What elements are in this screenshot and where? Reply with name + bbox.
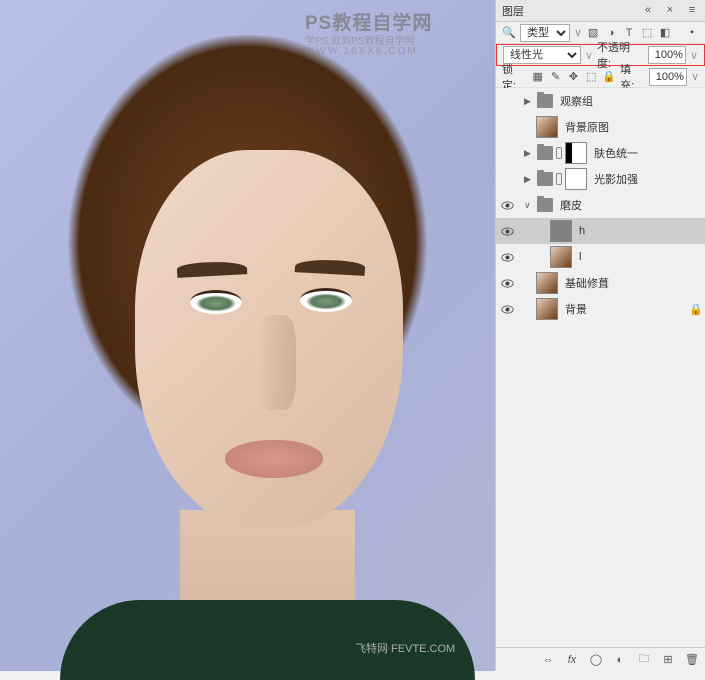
adjustment-add-icon[interactable]: ◐	[613, 653, 627, 667]
visibility-toggle[interactable]	[500, 120, 514, 134]
visibility-toggle[interactable]	[500, 250, 514, 264]
fill-input[interactable]	[649, 68, 687, 86]
panel-header: 图层 « × ≡	[496, 0, 705, 22]
blend-opacity-row: 线性光 ∨ 不透明度: ∨	[496, 44, 705, 66]
layer-group-skin[interactable]: ▶ 肤色统一	[496, 140, 705, 166]
visibility-toggle[interactable]	[500, 276, 514, 290]
trash-icon[interactable]: 🗑	[685, 653, 699, 667]
mask-add-icon[interactable]: ◯	[589, 653, 603, 667]
watermark-subtitle: 学PS,就到PS教程自学网	[305, 32, 414, 47]
visibility-toggle[interactable]	[500, 172, 514, 186]
visibility-toggle[interactable]	[500, 302, 514, 316]
panel-title: 图层	[502, 3, 524, 19]
layer-tree[interactable]: ▶ 观察组 背景原图 ▶ 肤色统一 ▶ 光影加强	[496, 88, 705, 647]
layer-label: 光影加强	[590, 171, 701, 187]
visibility-toggle[interactable]	[500, 94, 514, 108]
lock-position-icon[interactable]: ✥	[567, 70, 581, 84]
chevron-right-icon[interactable]: ▶	[524, 174, 534, 185]
link-icon	[556, 173, 562, 185]
layer-label: l	[575, 251, 701, 263]
folder-icon	[537, 198, 553, 212]
layer-label: 基础修葺	[561, 275, 701, 291]
filter-pixel-icon[interactable]: ▧	[586, 26, 600, 40]
lock-all-icon[interactable]: 🔒	[602, 70, 616, 84]
visibility-toggle[interactable]	[500, 224, 514, 238]
mask-thumbnail[interactable]	[565, 142, 587, 164]
link-icon	[556, 147, 562, 159]
folder-icon	[537, 146, 553, 160]
layer-l[interactable]: l	[496, 244, 705, 270]
folder-icon	[537, 172, 553, 186]
layer-thumbnail[interactable]	[536, 272, 558, 294]
layer-new-icon[interactable]: ⊞	[661, 653, 675, 667]
fx-icon[interactable]: fx	[565, 653, 579, 667]
layer-thumbnail[interactable]	[550, 246, 572, 268]
layers-panel: 图层 « × ≡ 🔍 类型 ∨ ▧ ◑ T ⬚ ◧ ⬩ 线性光 ∨ 不透明度: …	[495, 0, 705, 671]
watermark-bottom: 飞特网 FEVTE.COM	[355, 640, 455, 656]
layer-bg-original[interactable]: 背景原图	[496, 114, 705, 140]
lock-fill-row: 锁定: ▦ ✎ ✥ ⬚ 🔒 填充: ∨	[496, 66, 705, 88]
lock-brush-icon[interactable]: ✎	[549, 70, 563, 84]
layer-group-light[interactable]: ▶ 光影加强	[496, 166, 705, 192]
lock-icon[interactable]: 🔒	[689, 303, 701, 316]
filter-type-select[interactable]: 类型	[520, 24, 570, 42]
group-new-icon[interactable]: 🗀	[637, 653, 651, 667]
layer-thumbnail[interactable]	[536, 116, 558, 138]
layer-label: h	[575, 225, 701, 237]
filter-smart-icon[interactable]: ◧	[658, 26, 672, 40]
layer-thumbnail[interactable]	[536, 298, 558, 320]
panel-menu-icon[interactable]: ≡	[685, 3, 699, 17]
layer-h[interactable]: h	[496, 218, 705, 244]
folder-icon	[537, 94, 553, 108]
opacity-input[interactable]	[648, 46, 686, 64]
lock-artboard-icon[interactable]: ⬚	[584, 70, 598, 84]
chevron-right-icon[interactable]: ▶	[524, 148, 534, 159]
portrait-image	[0, 0, 495, 671]
layer-label: 肤色统一	[590, 145, 701, 161]
layer-thumbnail[interactable]	[550, 220, 572, 242]
filter-toggle-icon[interactable]: ⬩	[685, 26, 699, 40]
layer-background[interactable]: 背景 🔒	[496, 296, 705, 322]
search-icon[interactable]: 🔍	[502, 26, 516, 40]
lock-transparent-icon[interactable]: ▦	[531, 70, 545, 84]
chevron-down-icon[interactable]: ∨	[524, 200, 534, 211]
visibility-toggle[interactable]	[500, 146, 514, 160]
layer-base-fix[interactable]: 基础修葺	[496, 270, 705, 296]
layer-label: 磨皮	[556, 197, 701, 213]
layer-label: 背景	[561, 301, 686, 317]
panel-footer: ⇔ fx ◯ ◐ 🗀 ⊞ 🗑	[496, 647, 705, 671]
chevron-right-icon[interactable]: ▶	[524, 96, 534, 107]
layer-label: 背景原图	[561, 119, 701, 135]
visibility-toggle[interactable]	[500, 198, 514, 212]
filter-type-icon[interactable]: T	[622, 26, 636, 40]
filter-shape-icon[interactable]: ⬚	[640, 26, 654, 40]
link-layers-icon[interactable]: ⇔	[541, 653, 555, 667]
layer-group-retouch[interactable]: ∨ 磨皮	[496, 192, 705, 218]
watermark-url: WWW.16XX8.COM	[305, 46, 418, 57]
panel-collapse-icon[interactable]: «	[641, 3, 655, 17]
filter-adjustment-icon[interactable]: ◑	[604, 26, 618, 40]
mask-thumbnail[interactable]	[565, 168, 587, 190]
layer-label: 观察组	[556, 93, 701, 109]
panel-close-icon[interactable]: ×	[663, 3, 677, 17]
watermark-title: PS教程自学网	[305, 8, 432, 35]
layer-group-observe[interactable]: ▶ 观察组	[496, 88, 705, 114]
image-canvas: PS教程自学网 学PS,就到PS教程自学网 WWW.16XX8.COM 飞特网 …	[0, 0, 495, 671]
